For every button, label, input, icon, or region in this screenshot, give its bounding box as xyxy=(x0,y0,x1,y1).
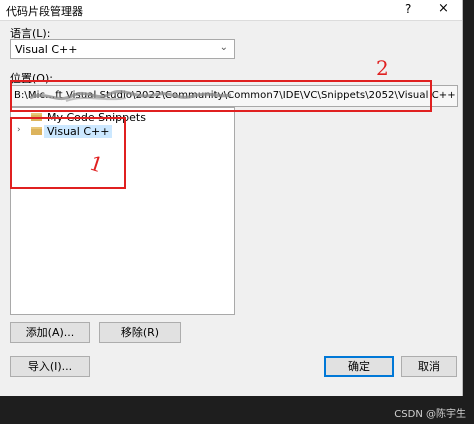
details-pane xyxy=(235,107,458,315)
chevron-down-icon: ⌄ xyxy=(219,42,228,53)
import-button[interactable]: 导入(I)... xyxy=(10,356,90,377)
language-selected-value: Visual C++ xyxy=(15,43,78,56)
help-button[interactable]: ? xyxy=(405,2,411,16)
annotation-box-location xyxy=(10,80,432,112)
annotation-mark-2: 2 xyxy=(376,56,389,80)
language-select[interactable]: Visual C++ ⌄ xyxy=(10,39,235,59)
close-button[interactable]: × xyxy=(438,1,449,16)
title-bar: 代码片段管理器 ? × xyxy=(0,0,462,21)
cancel-button[interactable]: 取消 xyxy=(401,356,457,377)
annotation-box-tree xyxy=(10,117,126,189)
ok-button[interactable]: 确定 xyxy=(324,356,394,377)
add-button[interactable]: 添加(A)... xyxy=(10,322,90,343)
code-snippets-manager-dialog: 代码片段管理器 ? × 语言(L): Visual C++ ⌄ 位置(O): B… xyxy=(0,0,463,396)
watermark-bar: CSDN @陈宇生 xyxy=(0,397,474,424)
watermark-text: CSDN @陈宇生 xyxy=(394,409,466,420)
dialog-title: 代码片段管理器 xyxy=(6,5,83,18)
remove-button[interactable]: 移除(R) xyxy=(99,322,181,343)
